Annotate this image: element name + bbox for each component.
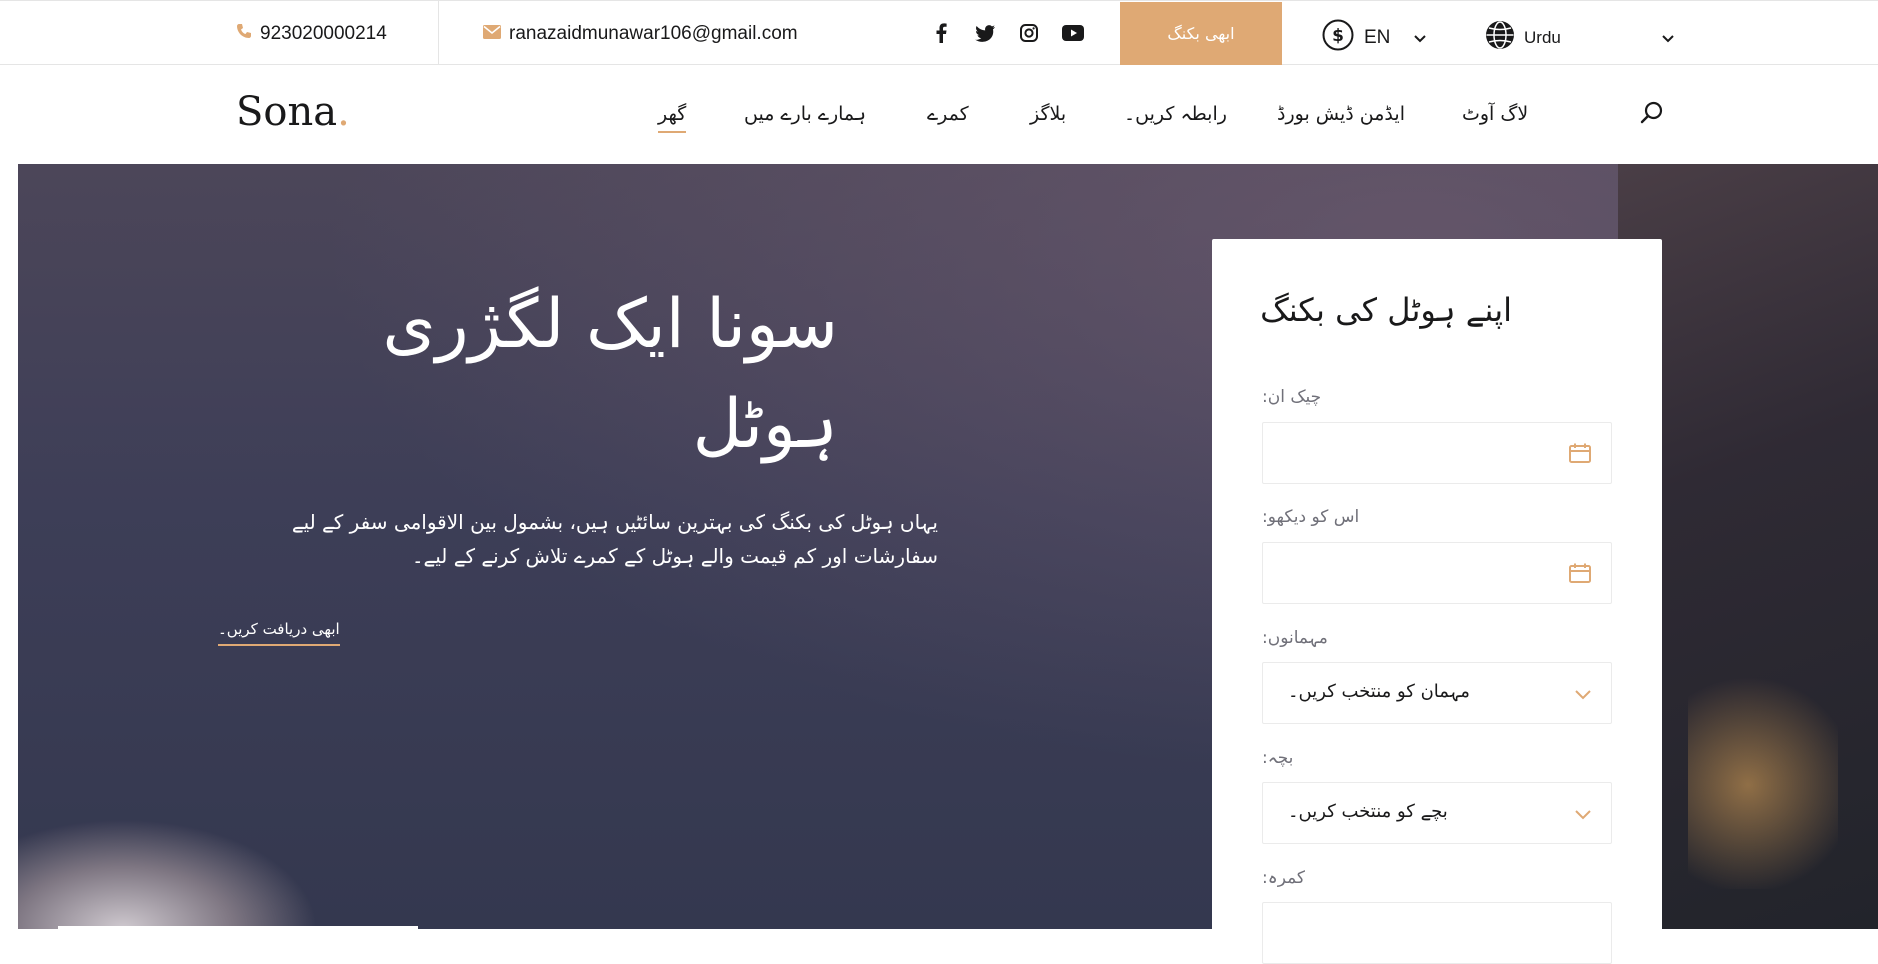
hero-background-rock bbox=[18, 819, 318, 929]
checkout-label: اس کو دیکھو: bbox=[1262, 507, 1360, 527]
language-label: Urdu bbox=[1524, 27, 1561, 47]
currency-code: EN bbox=[1364, 27, 1391, 48]
nav-contact[interactable]: رابطہ کریں۔ bbox=[1124, 103, 1227, 125]
booking-title: اپنے ہوٹل کی بکنگ bbox=[1260, 291, 1512, 329]
hero-description: یہاں ہوٹل کی بکنگ کی بہترین سائٹیں ہیں، … bbox=[291, 510, 938, 568]
chevron-down-icon bbox=[1575, 685, 1591, 704]
email-contact[interactable]: ranazaidmunawar106@gmail.com bbox=[483, 23, 798, 45]
nav-admin-dashboard[interactable]: ایڈمن ڈیش بورڈ bbox=[1277, 103, 1405, 125]
logo-dot: . bbox=[337, 89, 350, 135]
twitter-icon[interactable] bbox=[974, 21, 996, 45]
instagram-icon[interactable] bbox=[1018, 21, 1040, 45]
guests-select[interactable]: مہمان کو منتخب کریں۔ bbox=[1262, 662, 1612, 724]
phone-icon bbox=[236, 23, 252, 45]
site-logo[interactable]: Sona. bbox=[236, 89, 350, 135]
currency-selector[interactable]: $ EN bbox=[1322, 19, 1427, 57]
hero-title: سونا ایک لگژری ہوٹل bbox=[382, 285, 838, 464]
phone-contact[interactable]: 923020000214 bbox=[236, 23, 387, 45]
nav-about[interactable]: ہمارے بارے میں bbox=[744, 103, 866, 125]
main-header: Sona. گھر ہمارے بارے میں کمرے بلاگز رابط… bbox=[0, 65, 1878, 164]
phone-number: 923020000214 bbox=[260, 23, 387, 44]
social-links bbox=[930, 21, 1084, 45]
logo-text: Sona bbox=[236, 89, 338, 135]
booking-form: اپنے ہوٹل کی بکنگ چیک ان: اس کو دیکھو: م… bbox=[1212, 239, 1662, 964]
nav-blogs[interactable]: بلاگز bbox=[1030, 103, 1066, 125]
top-bar: 923020000214 ranazaidmunawar106@gmail.co… bbox=[0, 0, 1878, 65]
discover-now-link[interactable]: ابھی دریافت کریں۔ bbox=[218, 620, 340, 646]
room-label: کمرہ: bbox=[1262, 868, 1305, 888]
checkout-date-input[interactable] bbox=[1262, 542, 1612, 604]
nav-rooms[interactable]: کمرے bbox=[927, 103, 969, 125]
chevron-down-icon bbox=[1414, 27, 1427, 49]
book-now-button[interactable]: ابھی بکنگ bbox=[1120, 2, 1282, 65]
calendar-icon bbox=[1569, 443, 1591, 467]
children-select-value: بچے کو منتخب کریں۔ bbox=[1288, 801, 1448, 822]
envelope-icon bbox=[483, 23, 501, 45]
email-address: ranazaidmunawar106@gmail.com bbox=[509, 23, 798, 44]
children-select[interactable]: بچے کو منتخب کریں۔ bbox=[1262, 782, 1612, 844]
main-nav: گھر ہمارے بارے میں کمرے بلاگز رابطہ کریں… bbox=[650, 103, 1550, 133]
svg-text:$: $ bbox=[1332, 26, 1344, 46]
nav-home[interactable]: گھر bbox=[658, 103, 687, 133]
calendar-icon bbox=[1569, 563, 1591, 587]
search-icon[interactable] bbox=[1640, 101, 1666, 127]
divider bbox=[438, 1, 439, 65]
chevron-down-icon bbox=[1575, 805, 1591, 824]
checkin-label: چیک ان: bbox=[1262, 387, 1322, 407]
language-selector[interactable]: Urdu bbox=[1484, 19, 1674, 56]
globe-icon bbox=[1484, 19, 1516, 56]
guests-label: مہمانوں: bbox=[1262, 628, 1328, 648]
facebook-icon[interactable] bbox=[930, 21, 952, 45]
children-label: بچہ: bbox=[1262, 748, 1294, 768]
dollar-circle-icon: $ bbox=[1322, 19, 1354, 57]
chevron-down-icon bbox=[1662, 28, 1674, 48]
room-select[interactable] bbox=[1262, 902, 1612, 964]
youtube-icon[interactable] bbox=[1062, 21, 1084, 45]
checkin-date-input[interactable] bbox=[1262, 422, 1612, 484]
guests-select-value: مہمان کو منتخب کریں۔ bbox=[1288, 681, 1470, 702]
nav-logout[interactable]: لاگ آوٹ bbox=[1462, 103, 1528, 125]
